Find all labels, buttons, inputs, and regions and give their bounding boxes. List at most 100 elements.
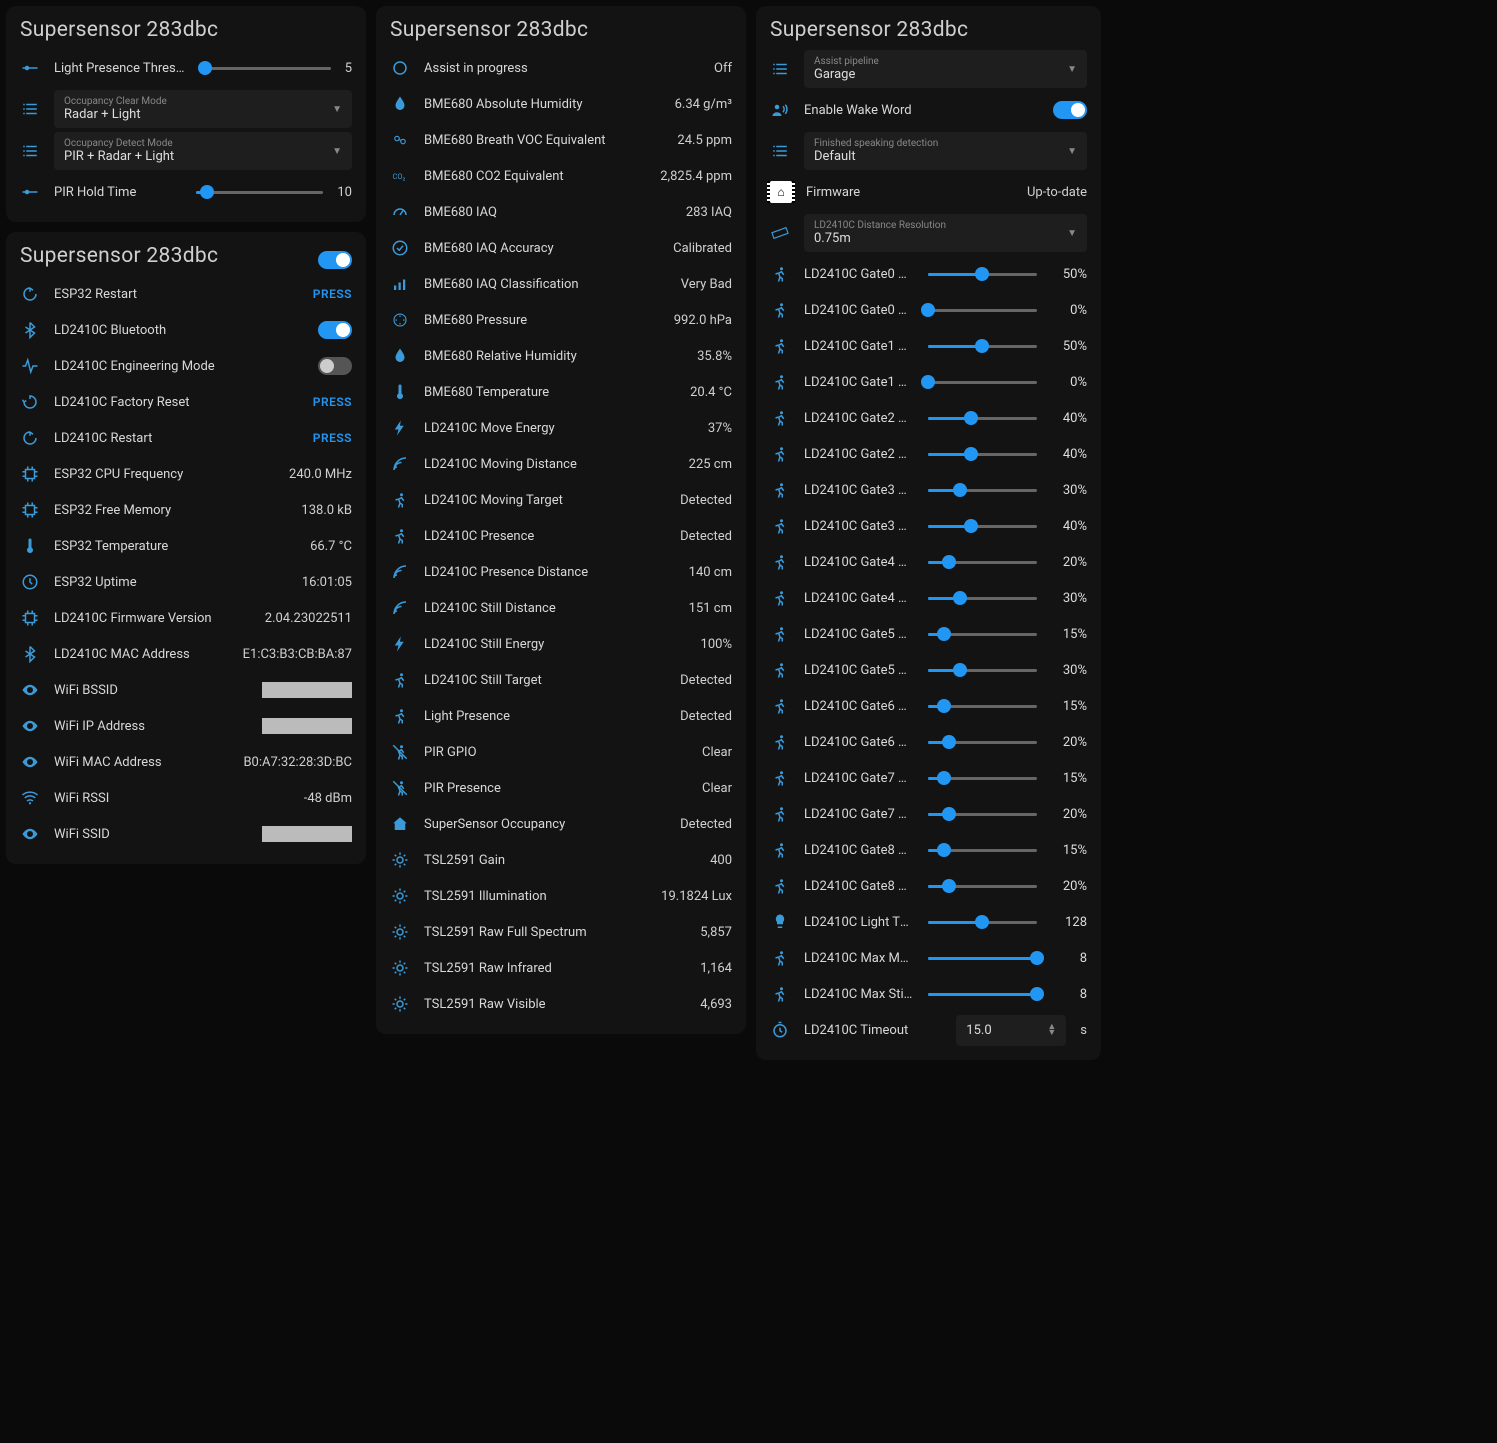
light-threshold-slider[interactable] xyxy=(199,67,330,70)
wake-word-toggle[interactable] xyxy=(1053,101,1087,119)
row-value: 1,164 xyxy=(700,961,732,976)
toggle[interactable] xyxy=(318,357,352,375)
row-value: Detected xyxy=(680,493,732,508)
gate-slider[interactable] xyxy=(928,993,1038,996)
check-icon xyxy=(390,238,410,258)
list-item: LD2410C Firmware Version 2.04.23022511 xyxy=(20,600,352,636)
gate-slider[interactable] xyxy=(928,777,1038,780)
row-value: 400 xyxy=(710,853,732,868)
clock-icon xyxy=(20,572,40,592)
gate-slider[interactable] xyxy=(928,633,1038,636)
row-label: LD2410C Gate8 Still Thres... xyxy=(804,879,914,894)
gate-slider[interactable] xyxy=(928,885,1038,888)
list-item: BME680 IAQ 283 IAQ xyxy=(390,194,732,230)
timeout-input[interactable]: 15.0 ▲▼ xyxy=(956,1015,1066,1046)
row-value: Clear xyxy=(702,781,732,796)
motion-icon xyxy=(770,876,790,896)
row-label: LD2410C Gate8 Move Thr... xyxy=(804,843,914,858)
row-value: Calibrated xyxy=(673,241,732,256)
gate-slider[interactable] xyxy=(928,921,1038,924)
card-settings-1: Supersensor 283dbc Light Presence Thresh… xyxy=(6,6,366,222)
row-label: BME680 Absolute Humidity xyxy=(424,97,661,112)
gate-slider[interactable] xyxy=(928,705,1038,708)
slider-value: 0% xyxy=(1051,303,1087,318)
motion-icon xyxy=(770,804,790,824)
motion-icon xyxy=(390,490,410,510)
pir-hold-label: PIR Hold Time xyxy=(54,185,182,200)
toggle[interactable] xyxy=(318,321,352,339)
motion-icon xyxy=(770,444,790,464)
row-label: LD2410C Gate3 Still Thres... xyxy=(804,519,914,534)
card-toggle[interactable] xyxy=(318,251,352,269)
nomot-icon xyxy=(390,742,410,762)
list-item: BME680 Breath VOC Equivalent 24.5 ppm xyxy=(390,122,732,158)
finished-select[interactable]: Finished speaking detection Default ▼ xyxy=(804,132,1087,170)
clear-mode-select[interactable]: Occupancy Clear Mode Radar + Light ▼ xyxy=(54,90,352,128)
list-item: LD2410C Still Distance 151 cm xyxy=(390,590,732,626)
row-label: ESP32 CPU Frequency xyxy=(54,467,275,482)
list-item: LD2410C Gate6 Still Thres... 20% xyxy=(770,724,1087,760)
row-value: 283 IAQ xyxy=(686,205,732,220)
list-item: LD2410C Gate7 Still Thres... 20% xyxy=(770,796,1087,832)
row-label: LD2410C Gate7 Move Thr... xyxy=(804,771,914,786)
gate-slider[interactable] xyxy=(928,957,1038,960)
bright-icon xyxy=(390,922,410,942)
gate-slider[interactable] xyxy=(928,381,1038,384)
press-button[interactable]: PRESS xyxy=(313,395,352,409)
row-label: TSL2591 Gain xyxy=(424,853,696,868)
press-button[interactable]: PRESS xyxy=(313,431,352,445)
row-label: LD2410C Engineering Mode xyxy=(54,359,304,374)
slider-value: 15% xyxy=(1051,627,1087,642)
row-label: LD2410C Gate1 Still Thres... xyxy=(804,375,914,390)
list-item: LD2410C Presence Detected xyxy=(390,518,732,554)
slider-value: 20% xyxy=(1051,735,1087,750)
gate-slider[interactable] xyxy=(928,561,1038,564)
distres-select[interactable]: LD2410C Distance Resolution 0.75m ▼ xyxy=(804,214,1087,252)
row-label: BME680 Relative Humidity xyxy=(424,349,683,364)
bt-icon xyxy=(20,644,40,664)
gate-slider[interactable] xyxy=(928,489,1038,492)
motion-icon xyxy=(770,300,790,320)
list-item: LD2410C Still Energy 100% xyxy=(390,626,732,662)
gate-slider[interactable] xyxy=(928,417,1038,420)
list-item: TSL2591 Raw Full Spectrum 5,857 xyxy=(390,914,732,950)
list-item: TSL2591 Raw Visible 4,693 xyxy=(390,986,732,1022)
motion-icon xyxy=(770,516,790,536)
stepper-icon[interactable]: ▲▼ xyxy=(1047,1024,1056,1036)
list-item: BME680 Temperature 20.4 °C xyxy=(390,374,732,410)
press-button[interactable]: PRESS xyxy=(313,287,352,301)
gate-slider[interactable] xyxy=(928,525,1038,528)
gate-slider[interactable] xyxy=(928,273,1038,276)
motion-icon xyxy=(770,768,790,788)
list-item: LD2410C Gate0 Move Thr... 50% xyxy=(770,256,1087,292)
row-label: LD2410C Gate6 Still Thres... xyxy=(804,735,914,750)
slider-value: 20% xyxy=(1051,879,1087,894)
redacted-value xyxy=(262,826,352,842)
row-value: 992.0 hPa xyxy=(674,313,732,328)
gate-slider[interactable] xyxy=(928,669,1038,672)
gate-slider[interactable] xyxy=(928,741,1038,744)
motion-icon xyxy=(390,526,410,546)
row-label: WiFi MAC Address xyxy=(54,755,229,770)
redacted-value xyxy=(262,718,352,734)
motion-icon xyxy=(770,408,790,428)
pipeline-select[interactable]: Assist pipeline Garage ▼ xyxy=(804,50,1087,88)
bolt-icon xyxy=(390,418,410,438)
slider-value: 15% xyxy=(1051,699,1087,714)
list-item: LD2410C Engineering Mode xyxy=(20,348,352,384)
gate-slider[interactable] xyxy=(928,345,1038,348)
list-icon xyxy=(770,59,790,79)
list-item: Light Presence Detected xyxy=(390,698,732,734)
gate-slider[interactable] xyxy=(928,849,1038,852)
gate-slider[interactable] xyxy=(928,309,1038,312)
gate-slider[interactable] xyxy=(928,813,1038,816)
detect-mode-select[interactable]: Occupancy Detect Mode PIR + Radar + Ligh… xyxy=(54,132,352,170)
row-label: LD2410C Still Target xyxy=(424,673,666,688)
circle-icon xyxy=(390,58,410,78)
gate-slider[interactable] xyxy=(928,453,1038,456)
slider-value: 50% xyxy=(1051,267,1087,282)
list-item: LD2410C Gate3 Still Thres... 40% xyxy=(770,508,1087,544)
pir-hold-slider[interactable] xyxy=(196,191,324,194)
row-label: LD2410C Still Energy xyxy=(424,637,687,652)
gate-slider[interactable] xyxy=(928,597,1038,600)
